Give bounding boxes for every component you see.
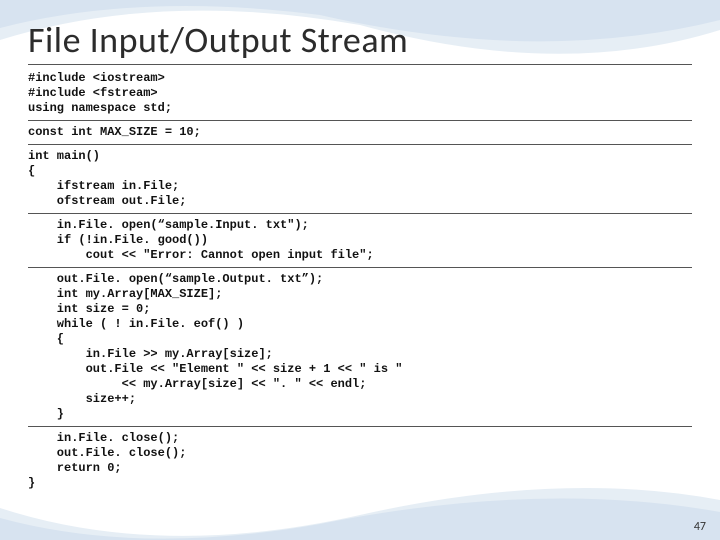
divider-2 — [28, 144, 692, 145]
divider-1 — [28, 120, 692, 121]
divider-4 — [28, 267, 692, 268]
page-number: 47 — [694, 520, 706, 534]
code-includes: #include <iostream> #include <fstream> u… — [28, 69, 692, 118]
divider-3 — [28, 213, 692, 214]
code-loop: out.File. open(“sample.Output. txt”); in… — [28, 270, 692, 424]
code-open-input: in.File. open(“sample.Input. txt"); if (… — [28, 216, 692, 265]
title-underline — [28, 64, 692, 65]
code-close: in.File. close(); out.File. close(); ret… — [28, 429, 692, 493]
code-const: const int MAX_SIZE = 10; — [28, 123, 692, 142]
divider-5 — [28, 426, 692, 427]
slide-title: File Input/Output Stream — [28, 18, 692, 62]
slide: File Input/Output Stream #include <iostr… — [0, 0, 720, 540]
code-main-decl: int main() { ifstream in.File; ofstream … — [28, 147, 692, 211]
